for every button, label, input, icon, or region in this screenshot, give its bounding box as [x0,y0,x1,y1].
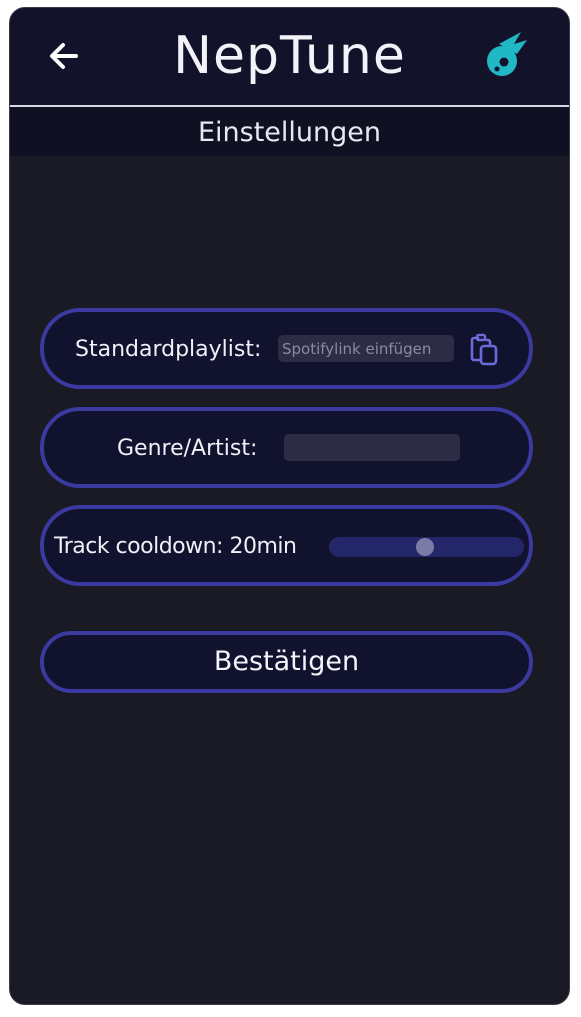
playlist-link-input[interactable] [278,335,454,362]
playlist-setting-row: Standardplaylist: [40,308,533,389]
genre-artist-input[interactable] [284,434,460,461]
paste-button[interactable] [466,332,502,368]
genre-setting-row: Genre/Artist: [40,407,533,488]
cooldown-slider[interactable] [329,537,524,557]
app-window: NepTune Einstellungen Standardplaylist: [9,7,570,1005]
playlist-label: Standardplaylist: [75,337,262,362]
subheader: Einstellungen [10,107,569,156]
app-logo [481,30,531,80]
page-title: Einstellungen [197,117,382,148]
comet-planet-icon [487,32,527,76]
cooldown-slider-thumb[interactable] [416,538,434,556]
cooldown-label: Track cooldown: 20min [54,534,297,559]
clipboard-paste-icon [470,333,498,366]
app-header: NepTune [10,8,569,105]
confirm-button[interactable]: Bestätigen [40,631,533,693]
genre-label: Genre/Artist: [117,436,258,461]
cooldown-setting-row: Track cooldown: 20min [40,505,533,586]
